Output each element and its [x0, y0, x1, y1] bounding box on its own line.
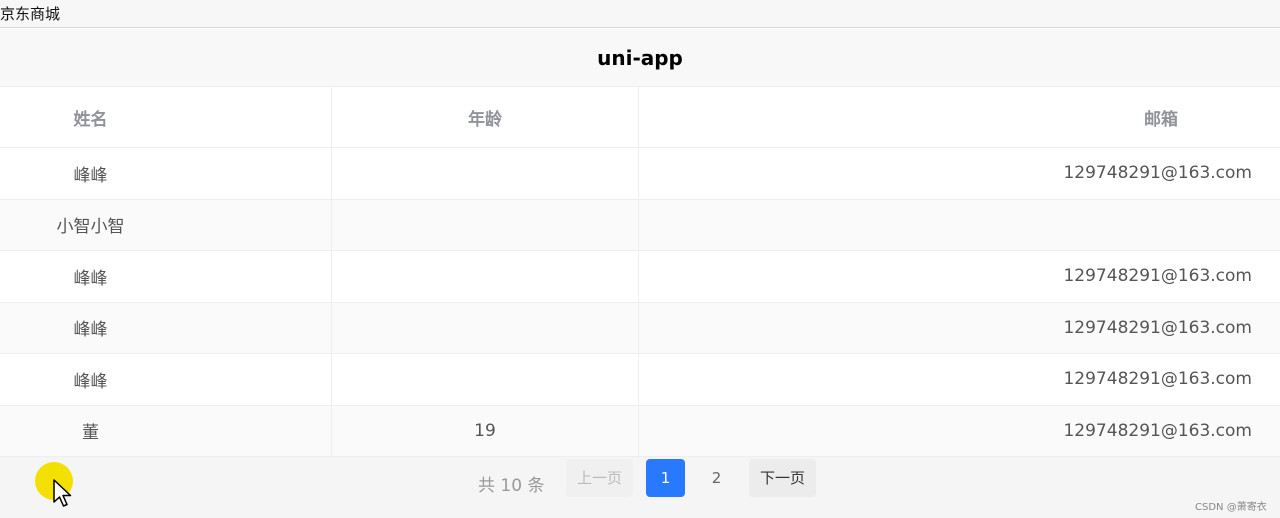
cell-name: 董: [0, 405, 332, 456]
cell-email: 129748291@163.com: [1063, 369, 1252, 390]
page-title: uni-app: [597, 46, 683, 70]
page-button-1[interactable]: 1: [646, 459, 685, 497]
table-row[interactable]: 峰峰 129748291@163.com: [0, 302, 1280, 354]
cell-email: 129748291@163.com: [1063, 163, 1252, 184]
page-button-2[interactable]: 2: [697, 459, 736, 497]
cell-email: [639, 200, 1280, 251]
cell-age: [332, 354, 639, 405]
pagination: 共 10 条 上一页 1 2 下一页: [0, 456, 1280, 518]
cell-email: 129748291@163.com: [1063, 266, 1252, 287]
cell-name: 峰峰: [0, 354, 332, 405]
cell-age: [332, 302, 639, 353]
cell-email: 129748291@163.com: [1063, 420, 1252, 441]
table-row[interactable]: 峰峰 129748291@163.com: [0, 354, 1280, 406]
data-table: 姓名 年龄 邮箱 峰峰 129748291@163.com 小智小智 峰峰 12…: [0, 87, 1280, 457]
column-header-email[interactable]: 邮箱: [639, 87, 1280, 147]
navigation-bar: uni-app: [0, 29, 1280, 87]
column-header-age[interactable]: 年龄: [332, 87, 639, 147]
column-header-name[interactable]: 姓名: [0, 87, 332, 147]
table-row[interactable]: 董 19 129748291@163.com: [0, 405, 1280, 457]
pagination-total: 共 10 条: [478, 476, 545, 496]
cell-email: 129748291@163.com: [1063, 317, 1252, 338]
browser-tab-bar: 京东商城: [0, 0, 1280, 28]
footer-credit: CSDN @萧寄衣: [1195, 502, 1267, 513]
tab-title[interactable]: 京东商城: [0, 3, 60, 24]
table-row[interactable]: 峰峰 129748291@163.com: [0, 148, 1280, 200]
mouse-pointer-icon: [53, 479, 72, 507]
cell-age: 19: [332, 405, 639, 456]
cell-name: 峰峰: [0, 148, 332, 199]
table-row[interactable]: 小智小智: [0, 199, 1280, 251]
cell-name: 小智小智: [0, 199, 332, 250]
next-page-button[interactable]: 下一页: [749, 459, 816, 497]
prev-page-button[interactable]: 上一页: [566, 459, 633, 497]
table-header-row: 姓名 年龄 邮箱: [0, 87, 1280, 148]
table-row[interactable]: 峰峰 129748291@163.com: [0, 251, 1280, 303]
cell-age: [332, 199, 639, 250]
cell-name: 峰峰: [0, 251, 332, 302]
cell-age: [332, 148, 639, 199]
cell-name: 峰峰: [0, 302, 332, 353]
cell-age: [332, 251, 639, 302]
